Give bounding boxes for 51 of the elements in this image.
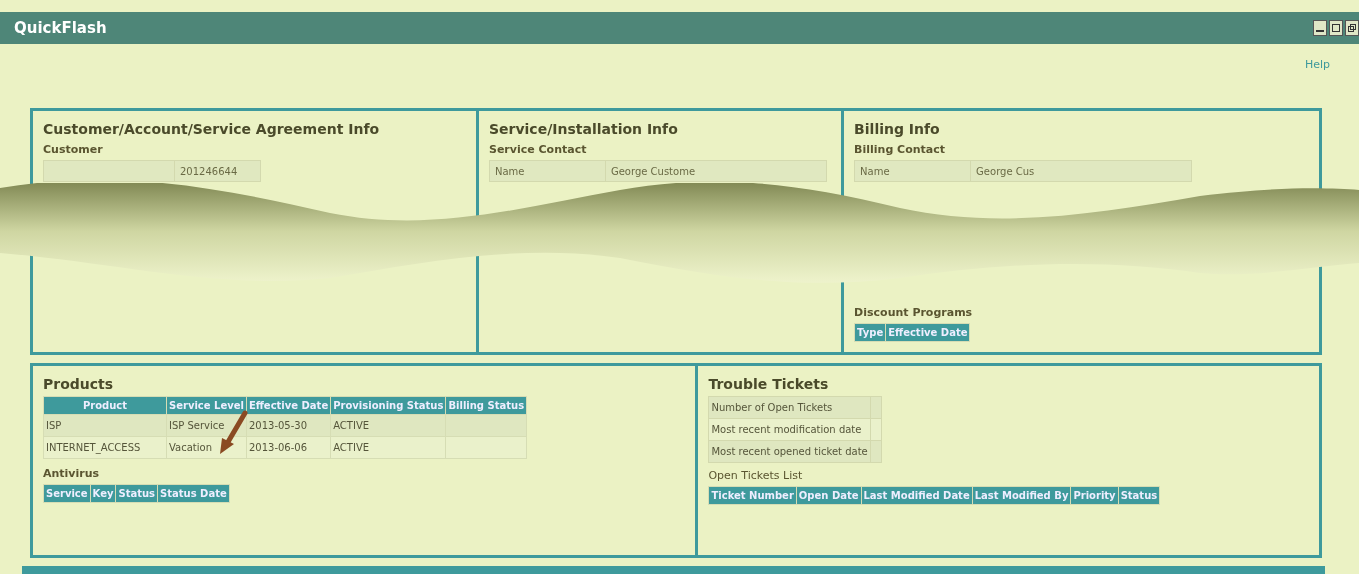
column-header: Status	[1118, 487, 1160, 504]
window-title: QuickFlash	[14, 19, 107, 37]
table-cell: 2013-06-06	[246, 437, 331, 458]
panel-title: Billing Info	[854, 121, 941, 137]
column-header: Type	[855, 324, 886, 341]
column-header: Service Level	[167, 397, 246, 414]
table-cell: ISP	[44, 415, 166, 436]
section-title: Service Contact	[488, 143, 588, 156]
table-cell: ISP Service	[167, 415, 246, 436]
table-cell: Vacation	[167, 437, 246, 458]
column-header: Effective Date	[246, 397, 331, 414]
field-label: Number of Open Tickets	[708, 396, 871, 419]
panel-title: Customer/Account/Service Agreement Info	[43, 121, 381, 137]
column-header: Product	[44, 397, 166, 414]
help-link[interactable]: Help	[1304, 58, 1330, 71]
restore-icon	[1348, 24, 1356, 32]
field-value: George Cus	[970, 160, 1192, 182]
field-label: Most recent opened ticket date	[708, 440, 871, 463]
column-header: Provisioning Status	[331, 397, 446, 414]
table-cell: INTERNET_ACCESS	[44, 437, 166, 458]
field-value: 201246644	[174, 160, 261, 182]
field-label: Name	[854, 160, 971, 182]
table-cell: 2013-05-30	[246, 415, 331, 436]
table-cell: ACTIVE	[331, 415, 446, 436]
column-header: Status Date	[158, 485, 229, 502]
minimize-button[interactable]	[1313, 20, 1327, 36]
column-header: Last Modified Date	[861, 487, 972, 504]
field-label: Most recent modification date	[708, 418, 871, 441]
section-title: Open Tickets List	[708, 469, 804, 482]
section-title: Customer	[43, 143, 104, 156]
section-title: Antivirus	[43, 467, 101, 480]
field-label: Name	[489, 160, 606, 182]
panel-title: Trouble Tickets	[708, 376, 830, 392]
maximize-icon	[1332, 24, 1340, 32]
table-cell: ACTIVE	[331, 437, 446, 458]
column-header: Ticket Number	[709, 487, 796, 504]
section-title: Billing Contact	[854, 143, 947, 156]
field-value: George Custome	[605, 160, 827, 182]
column-header: Open Date	[796, 487, 861, 504]
column-header: Status	[116, 485, 158, 502]
column-header: Effective Date	[886, 324, 970, 341]
restore-button[interactable]	[1345, 20, 1359, 36]
column-header: Priority	[1071, 487, 1118, 504]
panel-title: Products	[43, 376, 115, 392]
column-header: Service	[44, 485, 90, 502]
panel-title: Service/Installation Info	[488, 121, 679, 137]
column-header: Key	[90, 485, 116, 502]
column-header: Last Modified By	[972, 487, 1071, 504]
column-header: Billing Status	[446, 397, 527, 414]
maximize-button[interactable]	[1329, 20, 1343, 36]
section-title: Discount Programs	[854, 306, 974, 319]
